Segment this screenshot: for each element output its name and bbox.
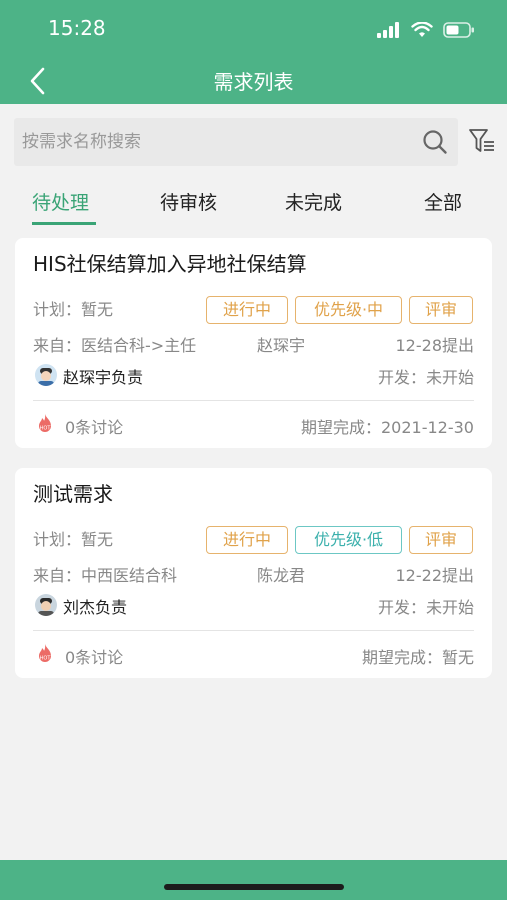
card-divider <box>33 630 474 631</box>
svg-text:HOT: HOT <box>40 656 52 662</box>
card-plan: 计划：暂无 <box>33 530 114 549</box>
svg-text:HOT: HOT <box>40 426 52 432</box>
card-submitted: 12-28提出 <box>395 336 475 355</box>
card-expected: 期望完成：暂无 <box>361 648 474 667</box>
battery-icon <box>443 22 474 38</box>
bottom-bar <box>0 860 507 900</box>
hot-fire-icon: HOT <box>39 414 52 432</box>
card-title: HIS社保结算加入异地社保结算 <box>33 252 307 276</box>
tab-all[interactable]: 全部 <box>424 188 462 215</box>
page-title: 需求列表 <box>213 70 294 94</box>
card-expected: 期望完成：2021-12-30 <box>301 418 474 437</box>
tab-review[interactable]: 待审核 <box>160 188 217 215</box>
search-input[interactable] <box>22 118 412 166</box>
tab-incomplete[interactable]: 未完成 <box>285 188 342 215</box>
card-dev-status: 开发：未开始 <box>377 368 474 387</box>
card-owner: 赵琛宇负责 <box>63 368 144 387</box>
priority-tag: 优先级·低 <box>295 526 402 554</box>
tab-bar: 待处理 待审核 未完成 全部 <box>0 178 507 228</box>
status-icons <box>377 20 475 40</box>
card-title: 测试需求 <box>33 482 113 506</box>
app-header: 15:28 需求列表 <box>0 0 507 104</box>
status-tag: 进行中 <box>206 296 288 324</box>
card-from: 来自：中西医结合科 <box>33 566 178 585</box>
review-tag: 评审 <box>409 526 473 554</box>
search-icon[interactable] <box>422 129 448 155</box>
review-tag: 评审 <box>409 296 473 324</box>
card-from: 来自：医结合科->主任 <box>33 336 197 355</box>
card-discussion[interactable]: 0条讨论 <box>65 644 123 668</box>
status-tag: 进行中 <box>206 526 288 554</box>
card-person: 赵琛宇 <box>257 336 306 355</box>
card-submitted: 12-22提出 <box>395 566 475 585</box>
filter-icon[interactable] <box>468 127 496 155</box>
signal-icon <box>377 22 399 38</box>
priority-tag: 优先级·中 <box>295 296 402 324</box>
card-owner: 刘杰负责 <box>63 598 128 617</box>
card-person: 陈龙君 <box>257 566 306 585</box>
requirement-card[interactable]: HIS社保结算加入异地社保结算 计划：暂无 进行中 优先级·中 评审 来自：医结… <box>15 238 492 448</box>
tab-pending[interactable]: 待处理 <box>32 188 89 215</box>
home-indicator[interactable] <box>164 884 344 890</box>
active-tab-indicator <box>32 222 96 225</box>
card-dev-status: 开发：未开始 <box>377 598 474 617</box>
search-bar <box>14 118 458 166</box>
avatar <box>35 364 57 386</box>
card-divider <box>33 400 474 401</box>
card-discussion[interactable]: 0条讨论 <box>65 414 123 438</box>
card-plan: 计划：暂无 <box>33 300 114 319</box>
status-time: 15:28 <box>48 16 106 40</box>
wifi-icon <box>411 22 433 37</box>
requirement-card[interactable]: 测试需求 计划：暂无 进行中 优先级·低 评审 来自：中西医结合科 陈龙君 12… <box>15 468 492 678</box>
hot-fire-icon: HOT <box>39 644 52 662</box>
avatar <box>35 594 57 616</box>
